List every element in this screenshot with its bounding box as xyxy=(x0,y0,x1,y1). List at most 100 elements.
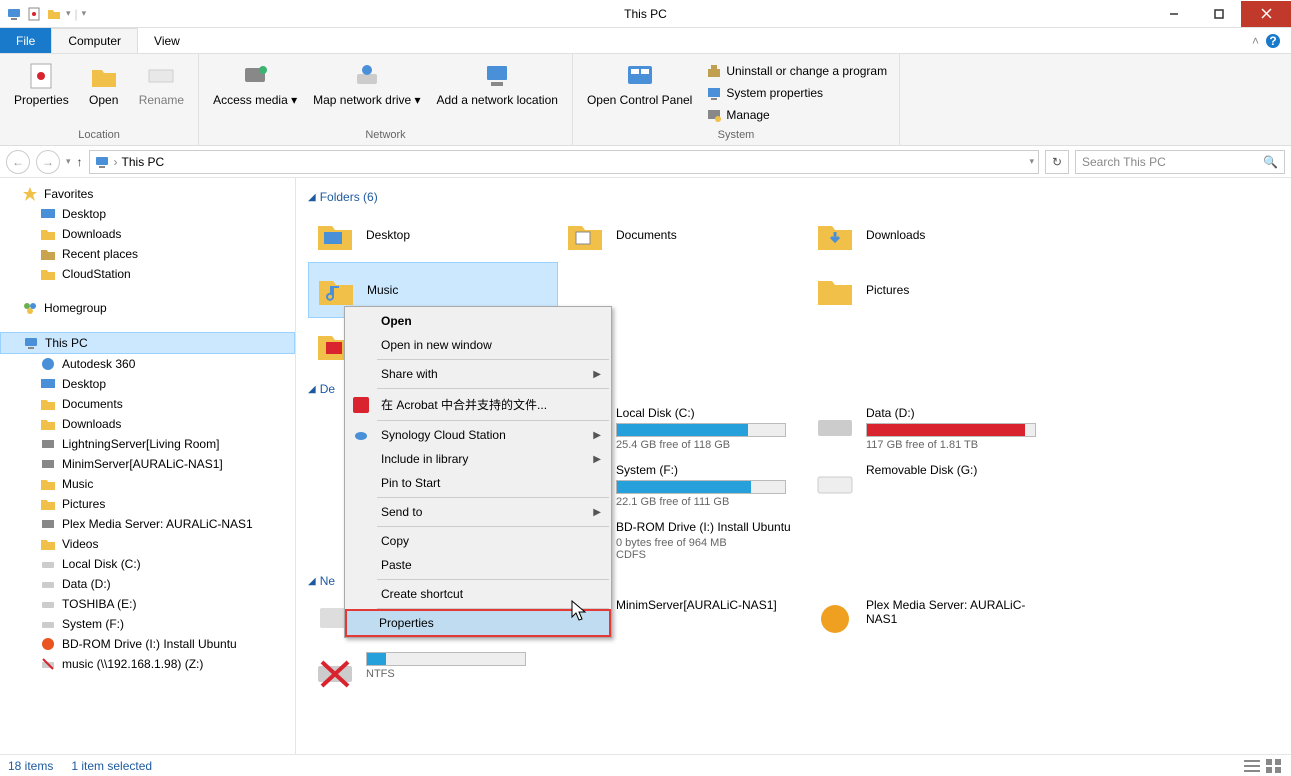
sidebar-item[interactable]: Videos xyxy=(0,534,295,554)
sidebar-item[interactable]: Plex Media Server: AURALiC-NAS1 xyxy=(0,514,295,534)
ribbon-group-label: Network xyxy=(207,127,564,141)
sidebar-item[interactable]: LightningServer[Living Room] xyxy=(0,434,295,454)
help-icon[interactable]: ? xyxy=(1265,33,1281,49)
up-button[interactable]: ↑ xyxy=(77,155,83,169)
computer-icon xyxy=(6,6,22,22)
sidebar-item[interactable]: System (F:) xyxy=(0,614,295,634)
drive-g[interactable]: Removable Disk (G:) xyxy=(808,457,1058,514)
window-controls xyxy=(1151,1,1291,27)
folder-documents[interactable]: Documents xyxy=(558,208,808,262)
cm-paste[interactable]: Paste xyxy=(347,553,609,577)
sidebar-item-downloads[interactable]: Downloads xyxy=(0,224,295,244)
maximize-button[interactable] xyxy=(1196,1,1241,27)
search-icon: 🔍 xyxy=(1263,155,1278,169)
minimize-button[interactable] xyxy=(1151,1,1196,27)
qa-dropdown-icon[interactable]: ▾ xyxy=(66,8,71,19)
title-bar: ▾ | ▾ This PC xyxy=(0,0,1291,28)
close-button[interactable] xyxy=(1241,1,1291,27)
rename-button[interactable]: Rename xyxy=(133,58,190,127)
cm-open-new-window[interactable]: Open in new window xyxy=(347,333,609,357)
breadcrumb-segment[interactable]: This PC xyxy=(122,155,165,169)
cm-synology[interactable]: Synology Cloud Station▶ xyxy=(347,423,609,447)
tab-view[interactable]: View xyxy=(138,28,196,53)
sidebar-item[interactable]: Music xyxy=(0,474,295,494)
uninstall-button[interactable]: Uninstall or change a program xyxy=(702,61,891,81)
open-control-panel-button[interactable]: Open Control Panel xyxy=(581,58,698,127)
ribbon-group-system: Open Control Panel Uninstall or change a… xyxy=(573,54,900,145)
sidebar-item[interactable]: TOSHIBA (E:) xyxy=(0,594,295,614)
sidebar-item[interactable]: Autodesk 360 xyxy=(0,354,295,374)
cm-copy[interactable]: Copy xyxy=(347,529,609,553)
sidebar-item[interactable]: Documents xyxy=(0,394,295,414)
status-selection: 1 item selected xyxy=(71,759,152,773)
breadcrumb-dropdown-icon[interactable]: ▾ xyxy=(1029,156,1034,167)
recent-locations-icon[interactable]: ▾ xyxy=(66,156,71,167)
open-button[interactable]: Open xyxy=(79,58,129,127)
svg-text:?: ? xyxy=(1269,34,1276,48)
manage-button[interactable]: Manage xyxy=(702,105,891,125)
sidebar-homegroup[interactable]: Homegroup xyxy=(0,298,295,318)
details-view-icon[interactable] xyxy=(1243,758,1261,774)
section-folders[interactable]: ◢Folders (6) xyxy=(308,186,1279,208)
search-input[interactable]: Search This PC 🔍 xyxy=(1075,150,1285,174)
back-button[interactable]: ← xyxy=(6,150,30,174)
ribbon-group-network: Access media ▾ Map network drive ▾ Add a… xyxy=(199,54,573,145)
cm-create-shortcut[interactable]: Create shortcut xyxy=(347,582,609,606)
sidebar-item-desktop[interactable]: Desktop xyxy=(0,204,295,224)
sidebar-item-cloudstation[interactable]: CloudStation xyxy=(0,264,295,284)
refresh-button[interactable]: ↻ xyxy=(1045,150,1069,174)
sidebar-favorites[interactable]: Favorites xyxy=(0,184,295,204)
cm-open[interactable]: Open xyxy=(347,309,609,333)
cm-share-with[interactable]: Share with▶ xyxy=(347,362,609,386)
window-title: This PC xyxy=(624,7,667,21)
sidebar-item[interactable]: BD-ROM Drive (I:) Install Ubuntu xyxy=(0,634,295,654)
sidebar-item[interactable]: Data (D:) xyxy=(0,574,295,594)
address-bar: ← → ▾ ↑ › This PC ▾ ↻ Search This PC 🔍 xyxy=(0,146,1291,178)
ribbon-group-label: Location xyxy=(8,127,190,141)
folder-desktop[interactable]: Desktop xyxy=(308,208,558,262)
ribbon-tabs: File Computer View ˄ ? xyxy=(0,28,1291,54)
folder-downloads[interactable]: Downloads xyxy=(808,208,1058,262)
map-network-drive-button[interactable]: Map network drive ▾ xyxy=(307,58,426,127)
breadcrumb[interactable]: › This PC ▾ xyxy=(89,150,1039,174)
sidebar-item[interactable]: Local Disk (C:) xyxy=(0,554,295,574)
sidebar-this-pc[interactable]: This PC xyxy=(0,332,295,354)
new-folder-icon[interactable] xyxy=(46,6,62,22)
sidebar-item-recent[interactable]: Recent places xyxy=(0,244,295,264)
forward-button[interactable]: → xyxy=(36,150,60,174)
add-network-location-button[interactable]: Add a network location xyxy=(431,58,564,127)
search-placeholder: Search This PC xyxy=(1082,155,1166,169)
cm-include-library[interactable]: Include in library▶ xyxy=(347,447,609,471)
cm-properties[interactable]: Properties xyxy=(345,609,611,637)
tab-file[interactable]: File xyxy=(0,28,51,53)
cm-send-to[interactable]: Send to▶ xyxy=(347,500,609,524)
qa-customize-icon[interactable]: ▾ xyxy=(82,8,87,19)
access-media-button[interactable]: Access media ▾ xyxy=(207,58,303,127)
ribbon-group-label: System xyxy=(581,127,891,141)
properties-icon[interactable] xyxy=(26,6,42,22)
folder-pictures[interactable]: Pictures xyxy=(808,262,1058,318)
network-plex[interactable]: Plex Media Server: AURALiC-NAS1 xyxy=(808,592,1058,646)
tiles-view-icon[interactable] xyxy=(1265,758,1283,774)
sidebar-item[interactable]: MinimServer[AURALiC-NAS1] xyxy=(0,454,295,474)
tab-computer[interactable]: Computer xyxy=(51,28,138,53)
sidebar-item[interactable]: Pictures xyxy=(0,494,295,514)
quick-access-toolbar: ▾ | ▾ xyxy=(0,6,92,22)
ribbon-controls: ˄ ? xyxy=(1242,28,1291,53)
navigation-pane[interactable]: Favorites Desktop Downloads Recent place… xyxy=(0,178,296,754)
network-disconnected[interactable]: NTFS xyxy=(308,646,558,700)
main-area: Favorites Desktop Downloads Recent place… xyxy=(0,178,1291,754)
sidebar-item[interactable]: music (\\192.168.1.98) (Z:) xyxy=(0,654,295,674)
drive-d[interactable]: Data (D:)117 GB free of 1.81 TB xyxy=(808,400,1058,457)
cm-acrobat[interactable]: 在 Acrobat 中合并支持的文件... xyxy=(347,391,609,418)
context-menu: Open Open in new window Share with▶ 在 Ac… xyxy=(344,306,612,638)
collapse-ribbon-icon[interactable]: ˄ xyxy=(1252,34,1259,48)
sidebar-item[interactable]: Downloads xyxy=(0,414,295,434)
status-item-count: 18 items xyxy=(8,759,53,773)
view-mode-buttons xyxy=(1243,758,1283,774)
cm-pin-to-start[interactable]: Pin to Start xyxy=(347,471,609,495)
sidebar-item[interactable]: Desktop xyxy=(0,374,295,394)
ribbon-group-location: Properties Open Rename Location xyxy=(0,54,199,145)
system-properties-button[interactable]: System properties xyxy=(702,83,891,103)
properties-button[interactable]: Properties xyxy=(8,58,75,127)
